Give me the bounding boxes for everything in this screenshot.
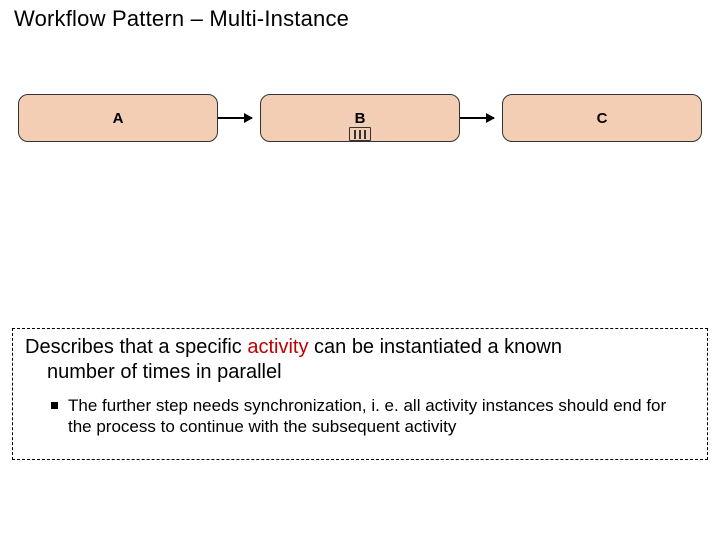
activity-node-a: A — [18, 94, 218, 142]
square-bullet-icon — [51, 402, 58, 409]
description-main-line2: number of times in parallel — [25, 360, 697, 385]
slide: Workflow Pattern – Multi-Instance A B C … — [0, 0, 720, 540]
arrow-b-to-c — [460, 117, 494, 119]
description-main-pre: Describes that a specific — [25, 336, 247, 358]
description-main-highlight: activity — [247, 336, 308, 358]
activity-node-c: C — [502, 94, 702, 142]
activity-node-b-label: B — [355, 110, 366, 127]
activity-node-b: B — [260, 94, 460, 142]
description-bullet-text: The further step needs synchronization, … — [68, 395, 688, 438]
multi-instance-marker-icon — [349, 127, 371, 141]
description-bullet: The further step needs synchronization, … — [51, 395, 697, 438]
activity-node-c-label: C — [597, 110, 608, 127]
workflow-diagram: A B C — [18, 86, 702, 166]
activity-node-a-label: A — [113, 110, 124, 127]
description-box: Describes that a specific activity can b… — [12, 328, 708, 460]
arrow-a-to-b — [218, 117, 252, 119]
description-main-mid: can be instantiated a known — [308, 336, 562, 358]
slide-title: Workflow Pattern – Multi-Instance — [14, 6, 349, 32]
description-main: Describes that a specific activity can b… — [25, 335, 697, 385]
